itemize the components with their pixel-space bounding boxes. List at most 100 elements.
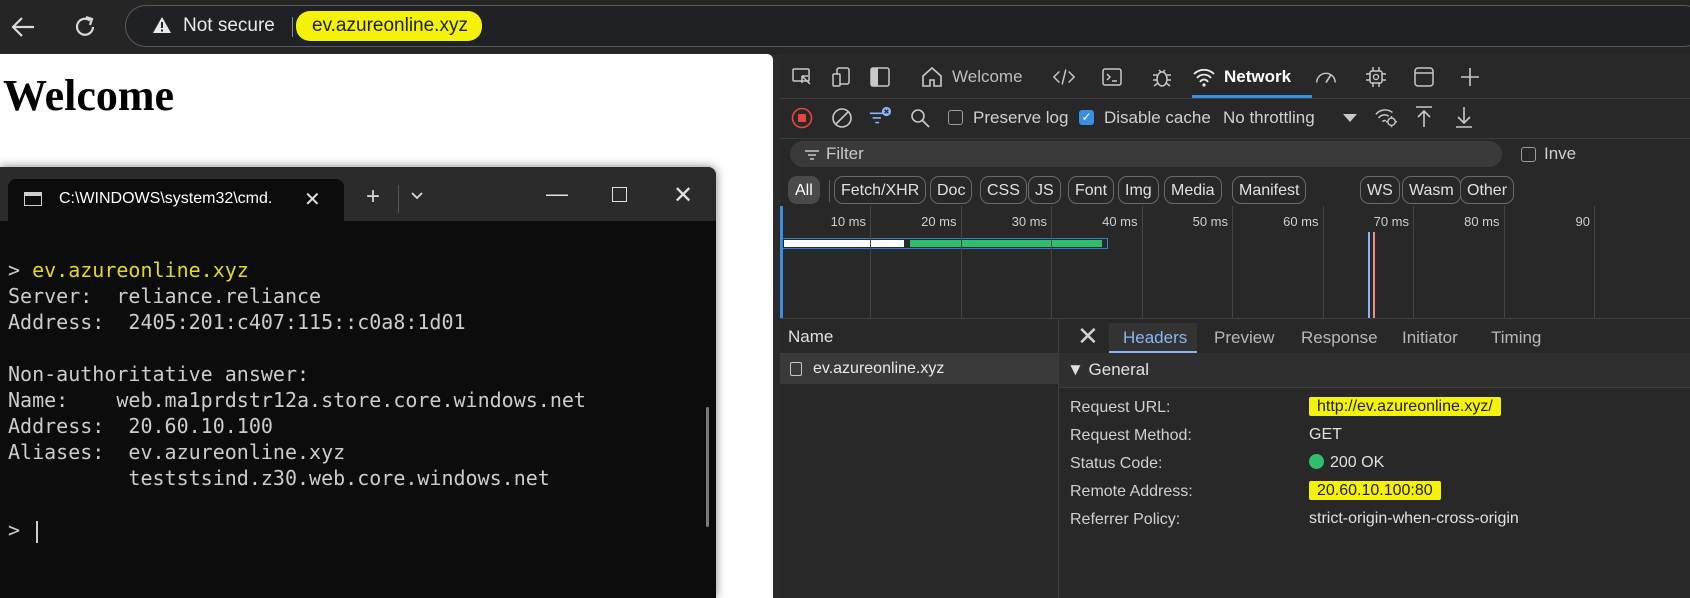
- tab-timing[interactable]: Timing: [1491, 328, 1541, 348]
- filter-chip-img[interactable]: Img: [1118, 176, 1159, 204]
- header-value[interactable]: 20.60.10.100:80: [1309, 481, 1441, 500]
- more-tools-plus-icon[interactable]: [1458, 65, 1482, 89]
- terminal-line: Server: reliance.reliance: [8, 283, 586, 309]
- network-conditions-icon[interactable]: [1374, 106, 1398, 130]
- timeline-tick-label: 30 ms: [1011, 214, 1047, 229]
- request-row[interactable]: ev.azureonline.xyz: [780, 354, 1058, 384]
- preserve-log-label[interactable]: Preserve log: [973, 108, 1068, 128]
- header-value[interactable]: strict-origin-when-cross-origin: [1309, 510, 1519, 528]
- request-list-header[interactable]: Name: [780, 319, 1058, 354]
- console-icon[interactable]: [1100, 65, 1124, 89]
- memory-chip-icon[interactable]: [1364, 65, 1388, 89]
- tab-preview[interactable]: Preview: [1214, 328, 1274, 348]
- terminal-output-text: Server: reliance.reliance: [8, 284, 322, 308]
- import-har-icon[interactable]: [1412, 105, 1436, 129]
- terminal-output[interactable]: > ev.azureonline.xyz Server: reliance.rel…: [8, 257, 586, 543]
- device-emulation-icon[interactable]: [830, 65, 854, 89]
- chevron-down-icon[interactable]: [410, 187, 424, 203]
- document-icon: [790, 362, 802, 376]
- tab-initiator[interactable]: Initiator: [1402, 328, 1458, 348]
- filter-chip-media[interactable]: Media: [1164, 176, 1222, 204]
- application-panel-icon[interactable]: [1412, 65, 1436, 89]
- address-bar[interactable]: Not secure ev.azureonline.xyz: [125, 5, 1690, 47]
- filter-chip-css[interactable]: CSS: [980, 176, 1027, 204]
- status-ok-icon: [1309, 454, 1324, 469]
- filter-chip-other[interactable]: Other: [1460, 176, 1515, 204]
- close-window-icon[interactable]: ✕: [673, 181, 693, 210]
- general-section-header[interactable]: ▼ General: [1059, 353, 1690, 388]
- close-details-icon[interactable]: ✕: [1077, 321, 1099, 352]
- timeline-gridline: [1141, 206, 1143, 318]
- terminal-prompt: >: [8, 258, 33, 282]
- clear-log-icon[interactable]: [830, 106, 854, 130]
- search-icon[interactable]: [908, 106, 932, 130]
- load-event-marker: [1373, 232, 1375, 318]
- export-har-icon[interactable]: [1452, 105, 1476, 129]
- filter-clear-icon[interactable]: [868, 105, 892, 129]
- throttling-select[interactable]: No throttling: [1223, 108, 1315, 128]
- general-section-title[interactable]: ▼ General: [1067, 360, 1149, 380]
- terminal-line: Address: 2405:201:c407:115::c0a8:1d01: [8, 309, 586, 335]
- new-tab-icon[interactable]: +: [366, 185, 380, 209]
- maximize-icon[interactable]: [612, 187, 627, 202]
- timeline-tick-label: 90: [1575, 214, 1590, 229]
- elements-icon[interactable]: [1052, 65, 1076, 89]
- invert-label[interactable]: Inve: [1544, 144, 1576, 164]
- wifi-icon[interactable]: [1192, 65, 1216, 89]
- disable-cache-label[interactable]: Disable cache: [1104, 108, 1211, 128]
- header-value[interactable]: GET: [1309, 426, 1342, 444]
- preserve-log-checkbox[interactable]: [948, 110, 963, 125]
- home-icon[interactable]: [920, 65, 944, 89]
- performance-icon[interactable]: [1314, 65, 1338, 89]
- timeline-selection-edge[interactable]: [780, 206, 783, 318]
- terminal-line: Aliases: ev.azureonline.xyz: [8, 439, 586, 465]
- reload-icon[interactable]: [68, 10, 102, 44]
- network-overview-timeline[interactable]: 10 ms 20 ms 30 ms 40 ms 50 ms 60 ms 70 ms 80 ms…: [780, 206, 1690, 319]
- header-value[interactable]: 200 OK: [1309, 454, 1384, 472]
- filter-chip-doc[interactable]: Doc: [930, 176, 973, 204]
- request-name[interactable]: ev.azureonline.xyz: [813, 360, 944, 378]
- timeline-gridline: [870, 206, 871, 318]
- header-value[interactable]: http://ev.azureonline.xyz/: [1309, 397, 1501, 416]
- titlebar-divider: [398, 185, 399, 213]
- filter-chip-js[interactable]: JS: [1028, 176, 1061, 204]
- tab-network[interactable]: Network: [1224, 67, 1291, 87]
- details-tabbar: ✕ Headers Preview Response Initiator Tim…: [1059, 319, 1690, 354]
- disable-cache-checkbox[interactable]: ✓: [1079, 110, 1094, 125]
- timeline-waiting-bar: [784, 240, 904, 247]
- terminal-output-text: teststsind.z30.web.core.windows.net: [8, 466, 550, 490]
- terminal-tab[interactable]: C:\WINDOWS\system32\cmd. ✕: [8, 179, 344, 221]
- request-list: Name ev.azureonline.xyz: [780, 319, 1059, 598]
- terminal-output-text: Aliases: ev.azureonline.xyz: [8, 440, 346, 464]
- back-arrow-icon[interactable]: [6, 10, 40, 44]
- filter-chip-fetch-xhr[interactable]: Fetch/XHR: [834, 176, 927, 204]
- tab-welcome[interactable]: Welcome: [952, 67, 1023, 87]
- terminal-tab-title: C:\WINDOWS\system32\cmd.: [59, 190, 273, 207]
- security-status-label[interactable]: Not secure: [183, 15, 275, 37]
- warning-icon[interactable]: [152, 16, 172, 39]
- minimize-icon[interactable]: —: [546, 181, 568, 207]
- invert-checkbox[interactable]: [1521, 147, 1536, 162]
- timeline-gridline: [1232, 206, 1233, 318]
- inspect-element-icon[interactable]: [790, 65, 814, 89]
- close-tab-icon[interactable]: ✕: [304, 187, 321, 212]
- header-value-text: GET: [1309, 426, 1342, 443]
- filter-chip-manifest[interactable]: Manifest: [1232, 176, 1307, 204]
- url-text[interactable]: ev.azureonline.xyz: [296, 11, 482, 41]
- terminal-scrollbar[interactable]: [706, 407, 709, 527]
- caret-down-icon[interactable]: [1338, 106, 1362, 130]
- page-heading: Welcome: [3, 71, 175, 120]
- filter-chip-font[interactable]: Font: [1068, 176, 1115, 204]
- filter-chip-wasm[interactable]: Wasm: [1402, 176, 1461, 204]
- tab-response[interactable]: Response: [1301, 328, 1378, 348]
- sources-bug-icon[interactable]: [1150, 65, 1174, 89]
- filter-chip-all[interactable]: All: [788, 176, 820, 204]
- tab-headers[interactable]: Headers: [1123, 328, 1187, 348]
- record-stop-icon[interactable]: [790, 106, 814, 130]
- header-value-text: http://ev.azureonline.xyz/: [1309, 397, 1501, 416]
- filter-chip-ws[interactable]: WS: [1360, 176, 1400, 204]
- filter-input[interactable]: Filter: [790, 141, 1502, 167]
- dock-side-icon[interactable]: [868, 65, 892, 89]
- name-column-header[interactable]: Name: [788, 327, 833, 347]
